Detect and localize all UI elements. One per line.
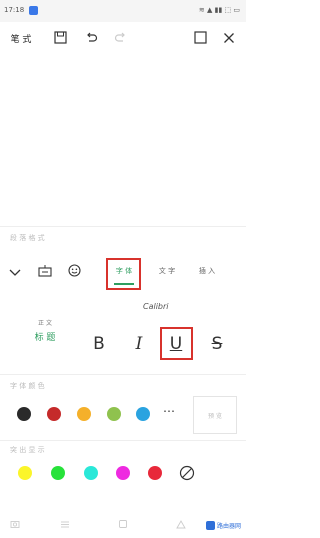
highlight-frame-tab xyxy=(106,258,141,290)
status-indicators: ≋ ▲ ▮▮ ⬚ ▭ xyxy=(198,6,240,14)
fullscreen-button[interactable] xyxy=(190,24,210,52)
collapse-button[interactable] xyxy=(4,256,26,286)
pen-mode-label: 笔 式 xyxy=(10,34,32,45)
bold-button[interactable]: B xyxy=(89,332,109,356)
active-tab-indicator xyxy=(114,283,134,285)
watermark-text: 路由器网 xyxy=(217,522,242,530)
keyboard-button[interactable] xyxy=(34,256,56,286)
font-color-section-label: 字 体 颜 色 xyxy=(10,382,45,390)
redo-button[interactable] xyxy=(110,24,130,52)
bottom-checkbox-button[interactable] xyxy=(116,516,130,530)
tab-text-label: 文 字 xyxy=(158,267,176,275)
bottom-list-button[interactable] xyxy=(58,516,72,530)
chevron-down-icon xyxy=(9,262,21,281)
paragraph-section-label: 段 落 格 式 xyxy=(10,234,45,242)
highlight-section-label: 突 出 显 示 xyxy=(10,446,45,454)
close-button[interactable] xyxy=(219,24,239,52)
tab-text[interactable]: 文 字 xyxy=(150,256,184,286)
paragraph-style-selector[interactable]: 正 文 标 题 xyxy=(30,318,60,343)
strikethrough-button[interactable]: S xyxy=(207,332,227,356)
square-icon xyxy=(193,29,207,48)
list-icon xyxy=(60,514,70,533)
status-bar: 17:18 ≋ ▲ ▮▮ ⬚ ▭ xyxy=(0,0,246,22)
tab-insert-label: 插 入 xyxy=(198,267,216,275)
editor-canvas[interactable] xyxy=(0,54,246,222)
emoji-button[interactable] xyxy=(63,256,85,286)
redo-icon xyxy=(114,29,127,48)
no-highlight-button[interactable] xyxy=(179,465,195,481)
highlight-color-yellow[interactable] xyxy=(18,466,32,480)
style-body-label: 正 文 xyxy=(38,320,52,327)
highlight-color-green[interactable] xyxy=(51,466,65,480)
checkbox-icon xyxy=(118,514,128,533)
divider xyxy=(0,226,246,227)
style-heading-label: 标 题 xyxy=(34,333,56,343)
undo-icon xyxy=(85,29,98,48)
bottom-bar: 路由器网 xyxy=(0,512,246,538)
status-time: 17:18 xyxy=(4,6,25,14)
highlight-frame-underline xyxy=(160,327,193,360)
more-font-colors-button[interactable]: ⋯ xyxy=(163,404,176,418)
highlight-color-cyan[interactable] xyxy=(84,466,98,480)
color-preview-box: 预 览 xyxy=(193,396,237,434)
undo-button[interactable] xyxy=(81,24,101,52)
save-button[interactable] xyxy=(50,24,70,52)
font-color-red[interactable] xyxy=(47,407,61,421)
no-color-icon xyxy=(179,465,195,485)
font-color-blue[interactable] xyxy=(136,407,150,421)
divider xyxy=(0,374,246,375)
watermark: 路由器网 xyxy=(206,518,242,532)
close-icon xyxy=(223,29,235,48)
notification-icon xyxy=(29,6,38,15)
watermark-logo-icon xyxy=(206,520,215,530)
tab-insert[interactable]: 插 入 xyxy=(190,256,224,286)
save-icon xyxy=(53,29,67,48)
highlight-color-magenta[interactable] xyxy=(116,466,130,480)
camera-icon xyxy=(10,514,20,533)
divider xyxy=(0,440,246,441)
bottom-camera-button[interactable] xyxy=(8,516,22,530)
bottom-draw-button[interactable] xyxy=(174,516,188,530)
keyboard-icon xyxy=(38,262,52,281)
font-color-black[interactable] xyxy=(17,407,31,421)
color-preview-label: 预 览 xyxy=(208,412,222,420)
pen-mode-button[interactable]: 笔 式 xyxy=(6,24,36,52)
pen-icon xyxy=(176,514,186,533)
highlight-color-red[interactable] xyxy=(148,466,162,480)
font-name-label[interactable]: Calibri xyxy=(143,302,169,311)
editor-toolbar: 笔 式 xyxy=(0,24,246,52)
italic-button[interactable]: I xyxy=(129,332,149,356)
font-color-orange[interactable] xyxy=(77,407,91,421)
emoji-icon xyxy=(67,262,81,281)
font-color-green[interactable] xyxy=(107,407,121,421)
